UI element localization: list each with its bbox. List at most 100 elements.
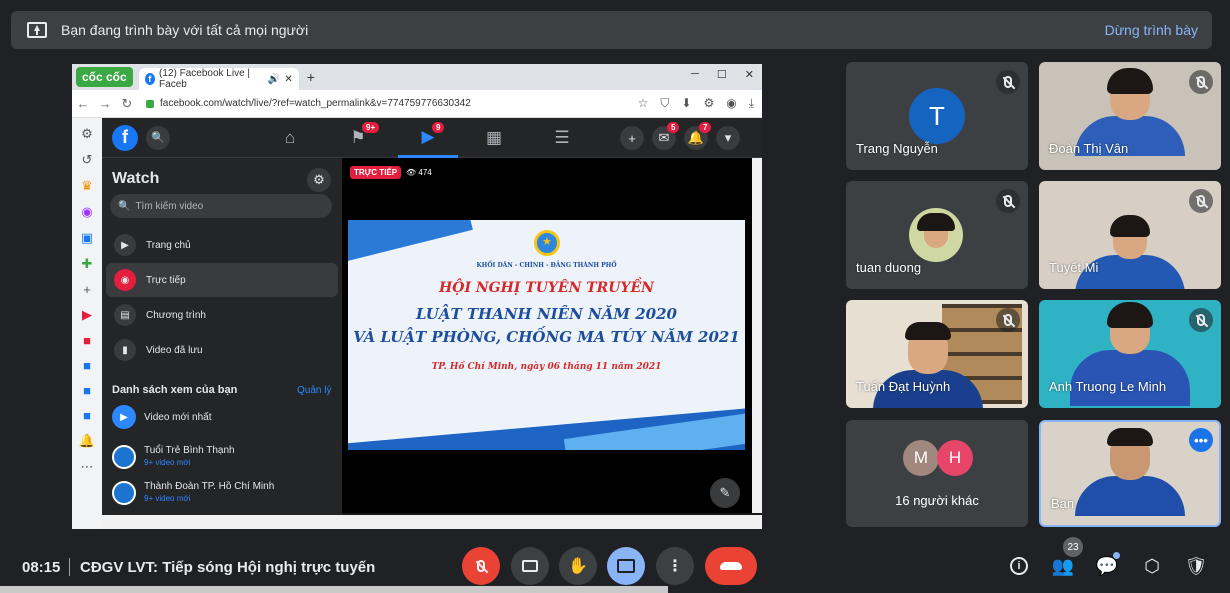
latest-videos-label: Video mới nhất — [144, 411, 212, 423]
menu-item-shows[interactable]: ▤ Chương trình — [106, 298, 338, 332]
pages-nav-icon[interactable]: ⚑ 9+ — [328, 118, 388, 158]
game-icon[interactable]: ✚ — [82, 256, 93, 272]
app-icon[interactable]: ■ — [83, 358, 91, 373]
minimize-icon[interactable]: ─ — [691, 68, 699, 81]
edit-icon[interactable]: ✎ — [710, 478, 740, 508]
notifications-badge: 7 — [699, 122, 712, 133]
bell-icon[interactable]: 🔔 — [79, 433, 95, 449]
account-menu-icon[interactable]: ▾ — [716, 126, 740, 150]
more-options-icon[interactable]: ••• — [1189, 428, 1213, 452]
banner-org: KHỐI DÂN - CHÍNH - ĐẢNG THÀNH PHỐ — [476, 262, 617, 269]
meeting-title: CĐGV LVT: Tiếp sóng Hội nghị trực tuyến — [80, 559, 376, 576]
participant-tile[interactable]: Đoàn Thị Vân — [1039, 62, 1221, 170]
menu-nav-icon[interactable]: ☰ — [532, 118, 592, 158]
meeting-info-button[interactable]: i — [1006, 553, 1032, 579]
shared-browser-window: cốc cốc f (12) Facebook Live | Faceb 🔊 ✕… — [72, 64, 762, 529]
participant-tile[interactable]: Anh Truong Le Minh — [1039, 300, 1221, 408]
menu-item-live[interactable]: ◉ Trực tiếp — [106, 263, 338, 297]
facebook-logo-icon[interactable]: f — [112, 124, 138, 151]
list-item[interactable]: Thành Đoàn TP. Hồ Chí Minh 9+ video mới — [112, 481, 274, 505]
participant-name: tuan duong — [856, 260, 922, 275]
app-icon[interactable]: ▣ — [81, 230, 93, 246]
messenger-icon[interactable]: ◉ — [81, 204, 92, 220]
vertical-scrollbar[interactable] — [752, 158, 762, 513]
download-page-icon[interactable]: ⬇ — [681, 96, 691, 111]
app-icon[interactable]: ■ — [83, 383, 91, 398]
crown-icon[interactable]: ♛ — [81, 178, 93, 194]
browser-brand[interactable]: cốc cốc — [76, 67, 133, 87]
participant-tile[interactable]: tuan duong — [846, 181, 1028, 289]
mic-off-icon — [477, 560, 485, 572]
list-item[interactable]: Tuổi Trẻ Bình Thạnh 9+ video mới — [112, 445, 235, 469]
conference-banner: KHỐI DÂN - CHÍNH - ĐẢNG THÀNH PHỐ HỘI NG… — [348, 220, 745, 450]
shield-icon[interactable]: ⛉ — [660, 96, 669, 111]
app-icon[interactable]: ■ — [83, 333, 91, 348]
extensions-icon[interactable]: ⚙ — [703, 96, 714, 111]
youtube-icon[interactable]: ▶ — [82, 307, 92, 323]
more-icon[interactable]: ⋯ — [81, 459, 94, 475]
forward-icon[interactable]: → — [94, 96, 116, 111]
gear-icon[interactable]: ⚙ — [307, 168, 331, 192]
raise-hand-button[interactable]: ✋ — [559, 547, 597, 585]
play-icon: ▶ — [112, 405, 136, 429]
menu-item-home[interactable]: ▶ Trang chủ — [106, 228, 338, 262]
browser-tab-row: cốc cốc f (12) Facebook Live | Faceb 🔊 ✕… — [72, 64, 762, 90]
hang-up-icon — [720, 562, 742, 570]
history-icon[interactable]: ↺ — [82, 152, 93, 168]
present-button[interactable] — [607, 547, 645, 585]
add-icon[interactable]: + — [83, 282, 91, 297]
maximize-icon[interactable]: ☐ — [717, 68, 727, 81]
reload-icon[interactable]: ↻ — [116, 96, 138, 112]
self-tile[interactable]: ••• Bạn — [1039, 420, 1221, 527]
url-text: facebook.com/watch/live/?ref=watch_perma… — [160, 98, 471, 109]
participant-video — [1075, 215, 1185, 289]
profile-icon[interactable]: ◉ — [726, 96, 736, 111]
pages-badge: 9+ — [362, 122, 380, 133]
window-close-icon[interactable]: ✕ — [745, 68, 754, 81]
more-options-button[interactable]: ⋮ — [656, 547, 694, 585]
notifications-icon[interactable]: 🔔 7 — [684, 122, 712, 150]
address-bar[interactable]: facebook.com/watch/live/?ref=watch_perma… — [146, 98, 471, 109]
star-icon[interactable]: ☆ — [638, 96, 649, 111]
tab-audio-icon[interactable]: 🔊 — [268, 74, 280, 85]
camera-toggle-button[interactable] — [511, 547, 549, 585]
new-tab-icon[interactable]: + — [307, 69, 315, 85]
browser-tab-title: (12) Facebook Live | Faceb — [159, 68, 251, 90]
chat-button[interactable]: 💬 — [1094, 552, 1120, 579]
people-button[interactable]: 👥 23 — [1050, 537, 1083, 579]
list-item-latest[interactable]: ▶ Video mới nhất — [112, 405, 212, 429]
stop-presenting-button[interactable]: Dừng trình bày — [1105, 22, 1198, 38]
search-icon[interactable]: 🔍 — [146, 125, 170, 150]
create-icon[interactable]: + — [620, 126, 644, 150]
downloads-icon[interactable]: ⤓ — [749, 96, 754, 111]
host-controls-button[interactable]: 🛡 — [1183, 553, 1209, 579]
messenger-icon[interactable]: ✉ 5 — [652, 122, 680, 150]
participant-tile[interactable]: Tuấn Đạt Huỳnh — [846, 300, 1028, 408]
app-icon[interactable]: ■ — [83, 408, 91, 423]
watch-nav-icon[interactable]: ▶ 9 — [398, 118, 458, 158]
participant-tile[interactable]: T Trang Nguyễn — [846, 62, 1028, 170]
end-call-button[interactable] — [705, 547, 757, 585]
participant-video — [1075, 428, 1185, 516]
horizontal-scrollbar[interactable] — [102, 515, 762, 529]
live-video-player[interactable]: TRỰC TIẾP 👁 474 KHỐI DÂN - CHÍNH - ĐẢNG … — [342, 158, 752, 513]
watch-search-input[interactable]: 🔍 Tìm kiếm video — [110, 194, 332, 218]
menu-item-saved[interactable]: ▮ Video đã lưu — [106, 333, 338, 367]
home-nav-icon[interactable]: ⌂ — [260, 118, 320, 158]
manage-link[interactable]: Quản lý — [297, 385, 331, 396]
others-tile[interactable]: M H 16 người khác — [846, 420, 1028, 527]
mic-off-icon — [1189, 308, 1213, 332]
participant-tile[interactable]: Tuyết Mi — [1039, 181, 1221, 289]
messenger-badge: 5 — [667, 122, 680, 133]
back-icon[interactable]: ← — [72, 96, 94, 111]
mic-toggle-button[interactable] — [462, 547, 500, 585]
menu-item-label: Trang chủ — [146, 239, 191, 251]
watch-badge: 9 — [432, 122, 445, 133]
browser-tab[interactable]: f (12) Facebook Live | Faceb 🔊 ✕ — [138, 68, 299, 90]
tab-close-icon[interactable]: ✕ — [284, 74, 292, 85]
settings-icon[interactable]: ⚙ — [81, 126, 93, 142]
activities-button[interactable]: ⬡ — [1139, 553, 1165, 579]
marketplace-nav-icon[interactable]: ▦ — [464, 118, 524, 158]
participant-name: Tuấn Đạt Huỳnh — [856, 379, 951, 394]
participant-name: Đoàn Thị Vân — [1049, 141, 1129, 156]
